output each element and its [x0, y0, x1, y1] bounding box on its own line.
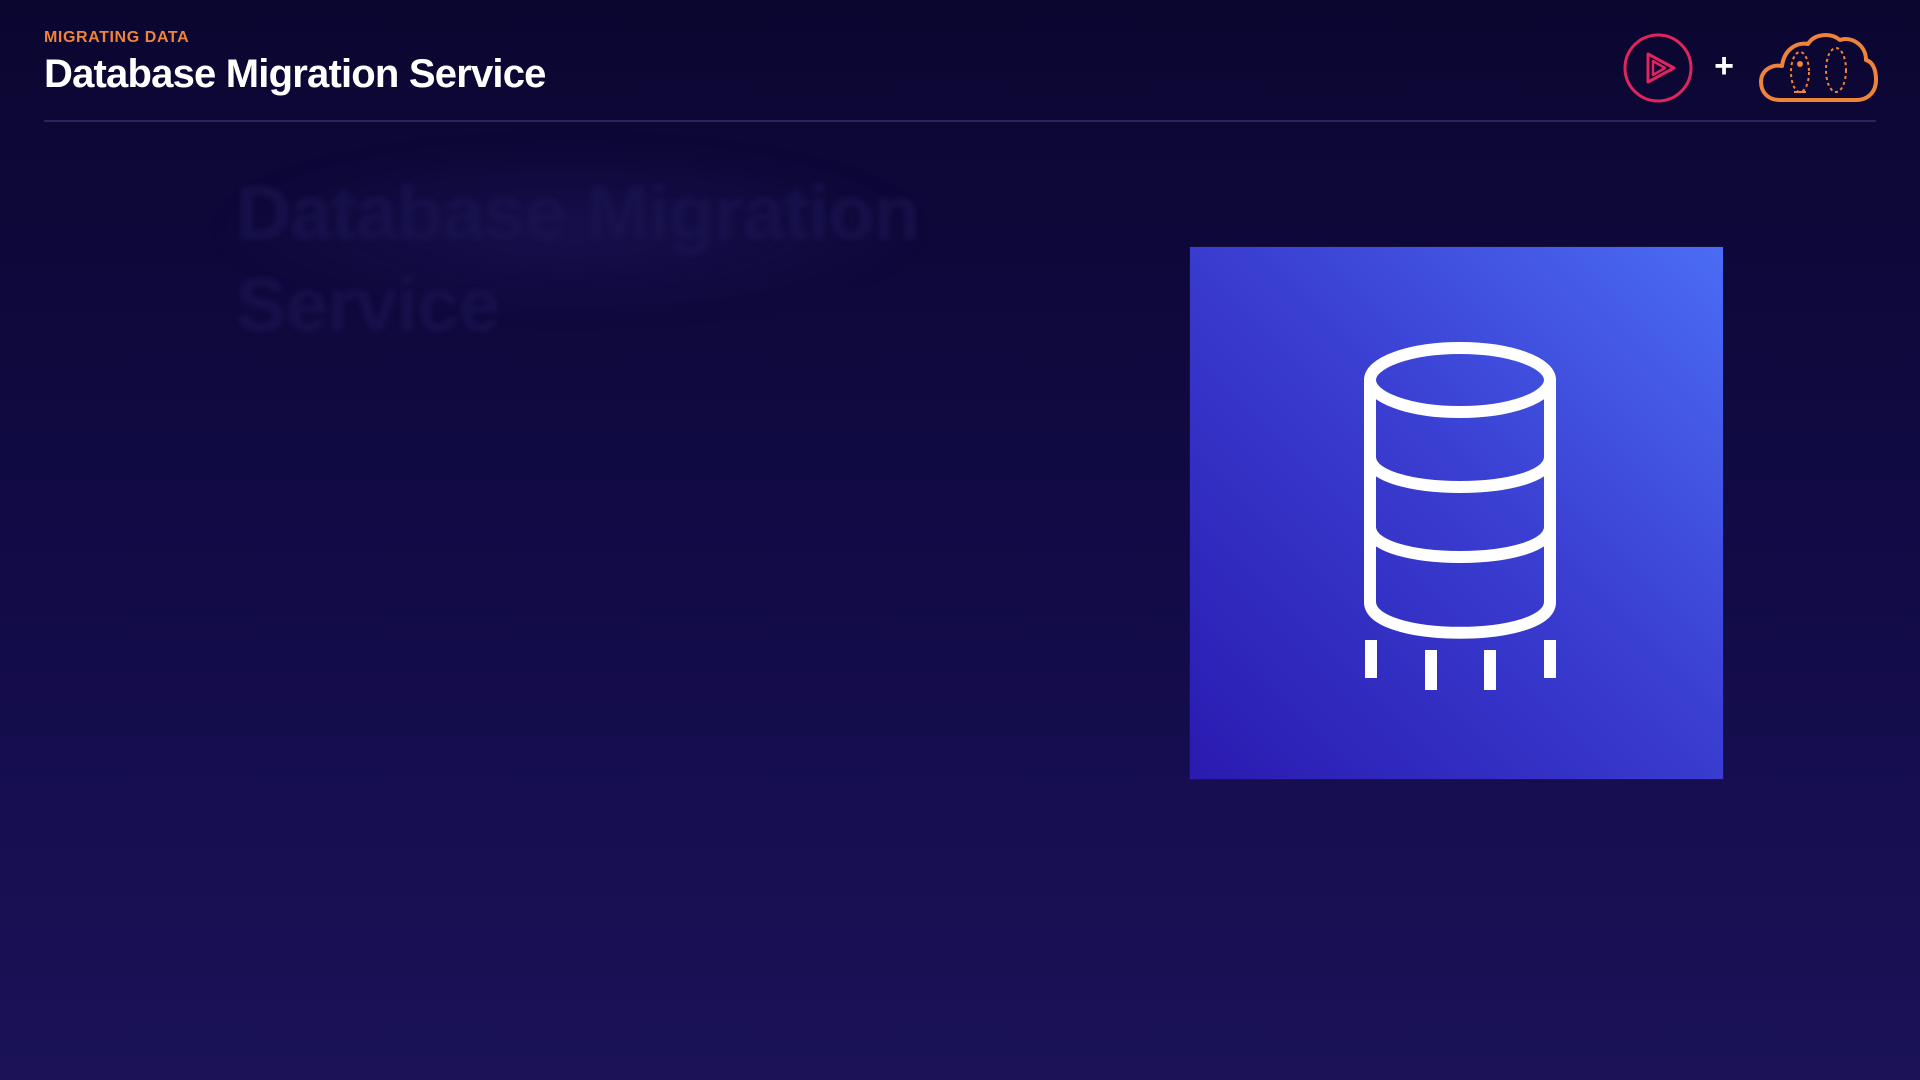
slide: MIGRATING DATA Database Migration Servic…: [0, 0, 1920, 1080]
slide-header: MIGRATING DATA Database Migration Servic…: [44, 28, 546, 98]
plus-sign: +: [1714, 47, 1734, 85]
ghost-title-text: Database Migration Service: [236, 171, 920, 348]
section-eyebrow: MIGRATING DATA: [44, 29, 190, 46]
header-divider: [44, 120, 1876, 122]
slide-title: Database Migration Service: [44, 52, 546, 96]
pluralsight-play-icon: [1623, 33, 1693, 103]
brand-logos: +: [1618, 28, 1880, 108]
database-migration-service-icon: [1364, 342, 1556, 690]
dms-service-tile: [1190, 247, 1723, 779]
cloud-guru-cloud-icon: [1759, 33, 1878, 102]
